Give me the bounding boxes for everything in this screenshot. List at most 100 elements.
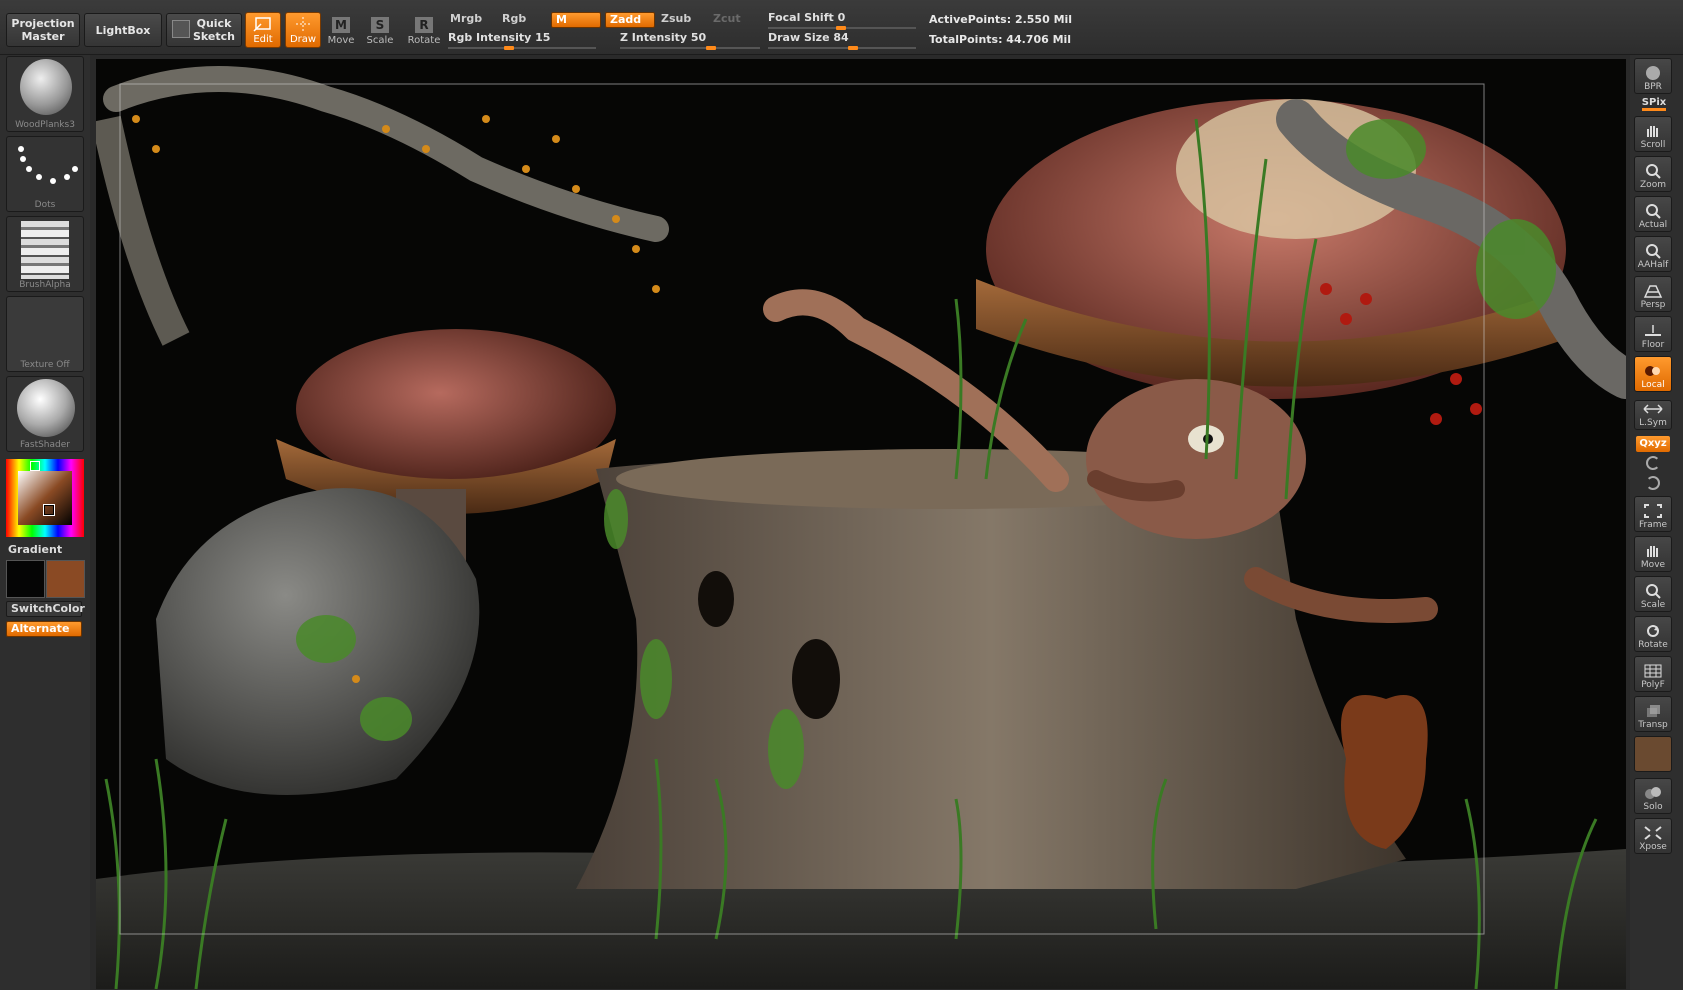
draw-size-value: 84 (833, 31, 849, 44)
xyz-toggle[interactable]: Qxyz (1636, 436, 1670, 452)
floor-icon (1645, 325, 1661, 336)
scroll-button[interactable]: Scroll (1634, 116, 1672, 152)
material-selector[interactable]: WoodPlanks3 (6, 56, 84, 132)
rgb-intensity-label: Rgb Intensity (448, 31, 532, 44)
local-label: Local (1641, 380, 1665, 390)
frame-button[interactable]: Frame (1634, 496, 1672, 532)
shader-sphere-icon (17, 379, 75, 437)
z-intensity-value: 50 (690, 31, 707, 44)
rotate-z-icon[interactable] (1646, 476, 1660, 490)
alpha-label: BrushAlpha (19, 280, 71, 290)
polyf-button[interactable]: PolyF (1634, 656, 1672, 692)
rgb-intensity-value: 15 (535, 31, 551, 44)
persp-label: Persp (1640, 300, 1666, 310)
focal-shift-slider[interactable]: Focal Shift 0 (768, 11, 916, 30)
alpha-selector[interactable]: BrushAlpha (6, 216, 84, 292)
shader-label: FastShader (20, 440, 70, 450)
bpr-label: BPR (1644, 82, 1662, 92)
polyframe-grid-icon (1644, 664, 1662, 678)
scale-magnifier-icon (1646, 584, 1661, 599)
xpose-arrows-icon (1644, 826, 1662, 840)
move-label: Move (327, 35, 355, 46)
zoom-button[interactable]: Zoom (1634, 156, 1672, 192)
edit-button[interactable]: Edit (245, 12, 281, 48)
edit-label: Edit (253, 34, 273, 45)
lsym-arrows-icon (1643, 404, 1663, 414)
rotate-button[interactable]: R Rotate (406, 12, 442, 48)
projection-master-button[interactable]: Projection Master (6, 13, 80, 47)
xpose-button[interactable]: Xpose (1634, 818, 1672, 854)
lightbox-button[interactable]: LightBox (84, 13, 162, 47)
canvas-viewport[interactable] (96, 59, 1626, 989)
main-color-swatch[interactable] (6, 560, 45, 598)
active-points-readout: ActivePoints: 2.550 Mil (929, 13, 1073, 26)
draw-label: Draw (289, 34, 317, 45)
scale-button[interactable]: S Scale (362, 12, 398, 48)
aahalf-button[interactable]: AAHalf (1634, 236, 1672, 272)
dots-stroke-icon (18, 146, 78, 184)
zcut-toggle[interactable]: Zcut (709, 12, 759, 28)
move-button[interactable]: M Move (323, 12, 359, 48)
move-icon: M (332, 17, 350, 33)
switch-color-button[interactable]: SwitchColor (6, 601, 85, 617)
z-intensity-slider[interactable]: Z Intensity 50 (620, 31, 760, 50)
color-picker[interactable] (6, 459, 84, 537)
material-sphere-icon (20, 59, 72, 115)
local-button[interactable]: Local (1634, 356, 1672, 392)
move-view-button[interactable]: Move (1634, 536, 1672, 572)
alternate-button[interactable]: Alternate (6, 621, 82, 637)
perspective-grid-icon (1643, 285, 1663, 298)
rotate-view-label: Rotate (1638, 640, 1668, 650)
polyf-label: PolyF (1641, 680, 1665, 690)
gradient-label: Gradient (8, 543, 63, 556)
solo-label: Solo (1643, 802, 1663, 812)
quick-sketch-icon (172, 20, 190, 38)
solo-icon (1645, 787, 1661, 799)
actual-button[interactable]: Actual (1634, 196, 1672, 232)
color-square[interactable] (18, 471, 72, 525)
texture-label: Texture Off (20, 360, 70, 370)
shader-selector[interactable]: FastShader (6, 376, 84, 452)
zoom-label: Zoom (1640, 180, 1666, 190)
mrgb-toggle[interactable]: Mrgb (446, 12, 496, 28)
move-hand-icon (1647, 546, 1658, 557)
rotate-view-button[interactable]: Rotate (1634, 616, 1672, 652)
persp-button[interactable]: Persp (1634, 276, 1672, 312)
hue-cursor-icon (30, 461, 40, 471)
draw-size-slider[interactable]: Draw Size 84 (768, 31, 916, 50)
bpr-sphere-icon (1646, 66, 1660, 80)
actual-magnifier-icon (1646, 204, 1661, 219)
frame-icon (1644, 504, 1662, 518)
zadd-toggle[interactable]: Zadd (605, 12, 655, 28)
texture-selector[interactable]: Texture Off (6, 296, 84, 372)
floor-button[interactable]: Floor (1634, 316, 1672, 352)
ghost-button[interactable] (1634, 736, 1672, 772)
rotate-y-icon[interactable] (1646, 456, 1660, 470)
zsub-toggle[interactable]: Zsub (657, 12, 707, 28)
local-symmetry-icon (1645, 366, 1660, 376)
lsym-button[interactable]: L.Sym (1634, 400, 1672, 430)
magnifier-icon (1646, 164, 1661, 179)
scroll-label: Scroll (1640, 140, 1666, 150)
actual-label: Actual (1638, 220, 1668, 230)
edit-icon (253, 17, 271, 32)
transp-label: Transp (1638, 720, 1668, 730)
aahalf-magnifier-icon (1646, 244, 1661, 259)
m-toggle[interactable]: M (551, 12, 601, 28)
floor-label: Floor (1641, 340, 1665, 350)
rgb-intensity-slider[interactable]: Rgb Intensity 15 (448, 31, 596, 50)
scale-view-label: Scale (1640, 600, 1666, 610)
rotate-icon: R (415, 17, 433, 33)
stroke-selector[interactable]: Dots (6, 136, 84, 212)
lsym-label: L.Sym (1639, 418, 1667, 428)
solo-button[interactable]: Solo (1634, 778, 1672, 814)
secondary-color-swatch[interactable] (46, 560, 85, 598)
rgb-toggle[interactable]: Rgb (498, 12, 548, 28)
scale-view-button[interactable]: Scale (1634, 576, 1672, 612)
draw-button[interactable]: Draw (285, 12, 321, 48)
draw-size-label: Draw Size (768, 31, 830, 44)
quick-sketch-button[interactable]: Quick Sketch (166, 13, 242, 47)
bpr-button[interactable]: BPR (1634, 58, 1672, 94)
spix-slider[interactable]: SPix (1636, 97, 1672, 111)
transp-button[interactable]: Transp (1634, 696, 1672, 732)
